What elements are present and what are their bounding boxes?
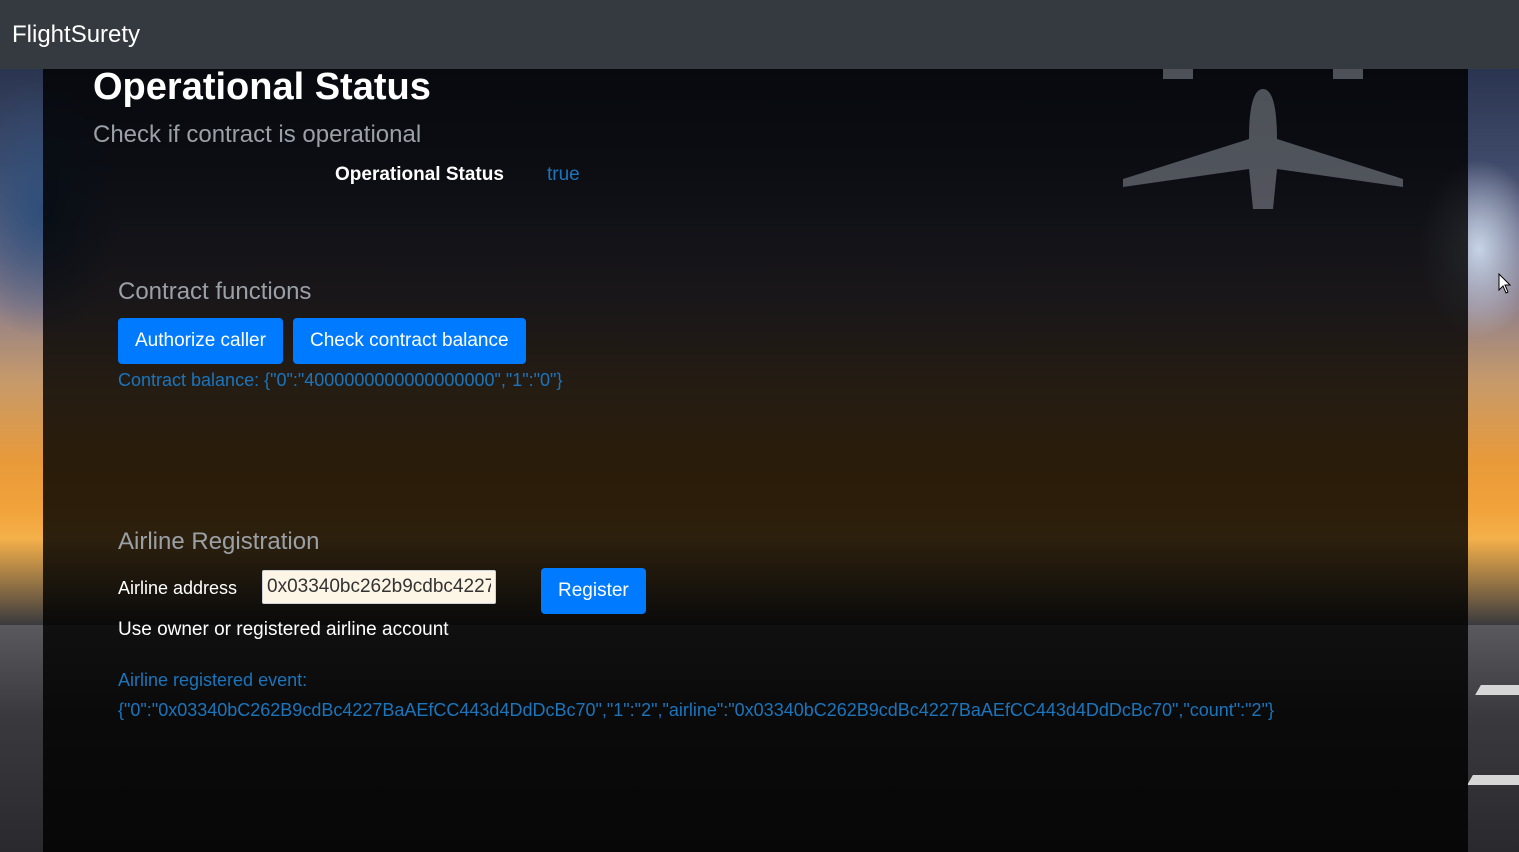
runway-stripe	[1467, 775, 1519, 785]
contract-balance-result: Contract balance: {"0":"4000000000000000…	[118, 370, 563, 390]
page-subtitle: Check if contract is operational	[93, 121, 422, 148]
airline-registered-event-heading: Airline registered event:	[118, 670, 308, 690]
register-button[interactable]: Register	[541, 568, 646, 614]
airline-address-input[interactable]	[262, 570, 496, 604]
top-navbar: FlightSurety	[0, 0, 1519, 69]
brand-title[interactable]: FlightSurety	[12, 20, 140, 50]
airline-registration-heading: Airline Registration	[118, 528, 320, 555]
runway-stripe	[1475, 685, 1519, 695]
airline-address-label: Airline address	[118, 578, 238, 598]
main-content-panel: Operational Status Check if contract is …	[43, 66, 1468, 852]
page-title: Operational Status	[93, 66, 431, 108]
check-contract-balance-button[interactable]: Check contract balance	[293, 318, 526, 364]
airline-registered-event-body: {"0":"0x03340bC262B9cdBc4227BaAEfCC443d4…	[118, 700, 1274, 720]
operational-status-value: true	[547, 164, 580, 185]
operational-status-label: Operational Status	[335, 164, 504, 185]
mouse-cursor-icon	[1498, 273, 1512, 294]
authorize-caller-button[interactable]: Authorize caller	[118, 318, 283, 364]
contract-functions-heading: Contract functions	[118, 278, 312, 305]
airplane-icon	[1123, 69, 1403, 209]
registration-help-text: Use owner or registered airline account	[118, 619, 449, 640]
